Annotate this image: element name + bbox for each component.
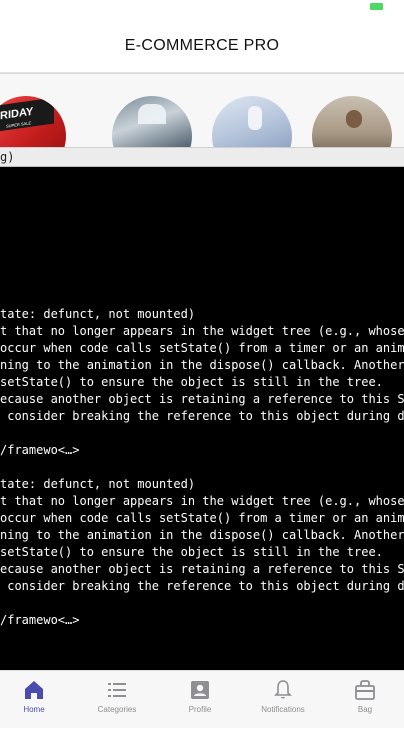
console-line: setState() to ensure the object is still…: [0, 545, 383, 559]
home-icon: [25, 681, 43, 699]
console-header: g): [0, 147, 404, 167]
console-line: ecause another object is retaining a ref…: [0, 562, 404, 576]
console-line: occur when code calls setState() from a …: [0, 341, 404, 355]
nav-categories[interactable]: Categories: [77, 671, 157, 729]
nav-categories-label: Categories: [97, 705, 137, 714]
list-icon: [108, 683, 126, 697]
profile-icon: [191, 681, 209, 699]
category-winter[interactable]: [212, 96, 292, 149]
console-line: occur when code calls setState() from a …: [0, 511, 404, 525]
bag-icon: [355, 680, 375, 700]
console-line: ning to the animation in the dispose() c…: [0, 358, 404, 372]
bell-icon: [274, 680, 292, 699]
console-line: t that no longer appears in the widget t…: [0, 494, 404, 508]
divider: [0, 73, 404, 74]
console-line: tate: defunct, not mounted): [0, 477, 196, 491]
console-line: consider breaking the reference to this …: [0, 409, 404, 423]
bottom-navigation: Home Categories Profile Notifications Ba…: [0, 670, 404, 728]
console-log: tate: defunct, not mounted) t that no lon…: [0, 306, 404, 629]
console-line: t that no longer appears in the widget t…: [0, 324, 404, 338]
nav-notifications-label: Notifications: [261, 705, 305, 714]
nav-home-label: Home: [23, 705, 45, 714]
console-line: consider breaking the reference to this …: [0, 579, 404, 593]
debug-console: g) tate: defunct, not mounted) t that no …: [0, 147, 404, 670]
nav-bag-label: Bag: [357, 705, 373, 714]
console-line: ning to the animation in the dispose() c…: [0, 528, 404, 542]
nav-home[interactable]: Home: [0, 671, 74, 729]
status-bar: [0, 0, 404, 20]
category-sale-banner[interactable]: K RIDAY SUPER SALE: [0, 96, 66, 149]
category-portrait[interactable]: [312, 96, 392, 149]
battery-icon: [370, 3, 383, 10]
nav-bag[interactable]: Bag: [325, 671, 404, 729]
category-interior[interactable]: [112, 96, 192, 149]
nav-profile-label: Profile: [188, 705, 212, 714]
console-header-text: g): [0, 150, 15, 164]
page-title: E-COMMERCE PRO: [124, 37, 280, 54]
console-line: /framewo<…>: [0, 443, 80, 457]
nav-profile[interactable]: Profile: [160, 671, 240, 729]
console-line: ecause another object is retaining a ref…: [0, 392, 404, 406]
nav-notifications[interactable]: Notifications: [243, 671, 323, 729]
category-carousel[interactable]: K RIDAY SUPER SALE: [0, 73, 404, 149]
console-line: tate: defunct, not mounted): [0, 307, 196, 321]
console-line: /framewo<…>: [0, 613, 80, 627]
console-line: setState() to ensure the object is still…: [0, 375, 383, 389]
app-bar: E-COMMERCE PRO: [0, 20, 404, 73]
